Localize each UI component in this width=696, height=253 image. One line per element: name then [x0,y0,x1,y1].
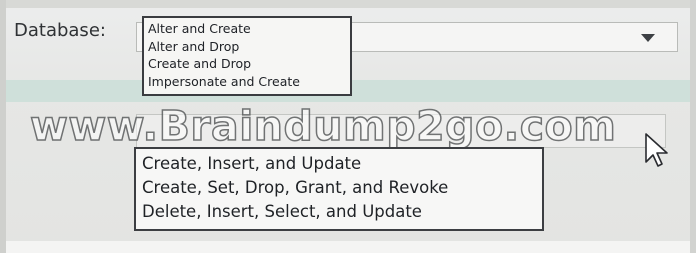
watermark-text: www.Braindump2go.com [29,101,617,151]
permission-option[interactable]: Create, Insert, and Update [142,152,536,176]
permission-option[interactable]: Create, Set, Drop, Grant, and Revoke [142,176,536,200]
photo-edge-bottom [0,241,696,253]
photo-edge-left [0,0,6,253]
database-option[interactable]: Impersonate and Create [148,73,346,91]
permission-option[interactable]: Delete, Insert, Select, and Update [142,200,536,224]
database-option[interactable]: Alter and Drop [148,38,346,56]
mouse-pointer-icon [644,132,672,170]
database-option[interactable]: Alter and Create [148,20,346,38]
database-label: Database: [14,20,106,41]
database-option[interactable]: Create and Drop [148,55,346,73]
chevron-down-icon[interactable] [637,31,659,45]
photo-edge-top [0,0,696,8]
database-options-list: Alter and Create Alter and Drop Create a… [142,16,352,96]
photo-edge-right [690,0,696,253]
permissions-options-list: Create, Insert, and Update Create, Set, … [134,147,544,231]
